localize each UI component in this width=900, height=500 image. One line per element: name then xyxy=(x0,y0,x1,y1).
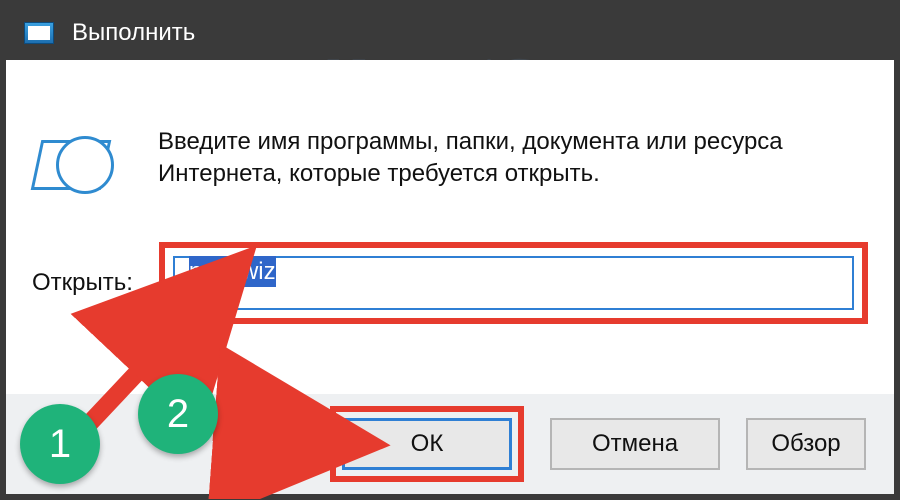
command-input-value: netplwiz xyxy=(189,256,276,287)
browse-button[interactable]: Обзор xyxy=(746,418,866,470)
button-bar: ОК Отмена Обзор xyxy=(6,394,894,494)
ok-button[interactable]: ОК xyxy=(342,418,512,470)
run-dialog-window: Выполнить NastrojComp.ru Введите имя про… xyxy=(0,0,900,500)
open-row: Открыть: netplwiz xyxy=(32,242,868,324)
browse-button-label: Обзор xyxy=(771,430,840,458)
description-text: Введите имя программы, папки, документа … xyxy=(158,126,868,191)
titlebar[interactable]: Выполнить xyxy=(6,6,894,60)
run-icon-small xyxy=(24,22,54,44)
open-label: Открыть: xyxy=(32,269,133,297)
ok-button-label: ОК xyxy=(411,430,444,458)
cancel-button-label: Отмена xyxy=(592,430,678,458)
window-title: Выполнить xyxy=(72,19,195,47)
dialog-body: Введите имя программы, папки, документа … xyxy=(6,60,894,394)
annotation-highlight-input: netplwiz xyxy=(159,242,868,324)
run-icon-large xyxy=(32,130,122,198)
command-input[interactable]: netplwiz xyxy=(173,256,854,310)
description-row: Введите имя программы, папки, документа … xyxy=(32,126,868,198)
cancel-button[interactable]: Отмена xyxy=(550,418,720,470)
annotation-highlight-ok: ОК xyxy=(330,406,524,482)
